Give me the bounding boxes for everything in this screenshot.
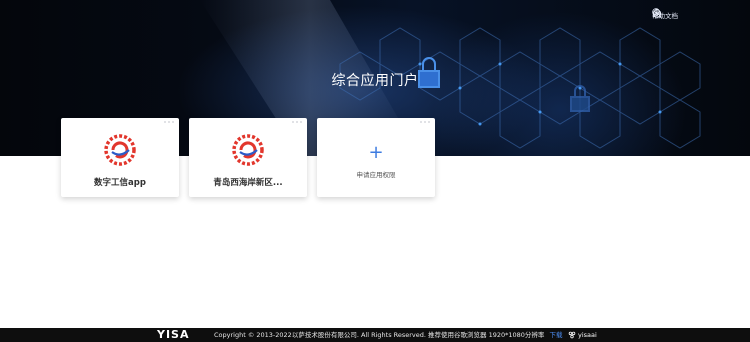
top-actions: 帮助文档 — [652, 8, 738, 22]
apply-permission-label: 申请应用权限 — [356, 171, 396, 179]
app-name: 青岛西海岸新区... — [213, 178, 283, 188]
app-name: 数字工信app — [94, 178, 146, 188]
card-window-dots — [164, 121, 174, 123]
card-window-dots — [420, 121, 430, 123]
yisaai-logo-icon — [568, 331, 576, 339]
apply-permission-card[interactable]: + 申请应用权限 — [317, 118, 435, 197]
yisaai-logo: yisaai — [568, 328, 597, 342]
copyright-label: Copyright © 2013-2022以萨技术股份有限公司. All Rig… — [214, 331, 545, 339]
card-window-dots — [292, 121, 302, 123]
yisaai-logo-text: yisaai — [578, 331, 597, 339]
download-link[interactable]: 下载 — [549, 331, 562, 339]
app-card[interactable]: 数字工信app — [61, 118, 179, 197]
footer: YISA Copyright © 2013-2022以萨技术股份有限公司. Al… — [0, 328, 750, 342]
page-title: 综合应用门户 — [331, 73, 419, 89]
user-icon[interactable] — [653, 8, 716, 21]
copyright-text: Copyright © 2013-2022以萨技术股份有限公司. All Rig… — [214, 328, 562, 342]
question-circle-icon — [652, 8, 694, 21]
yisa-app-logo-icon — [104, 134, 136, 166]
plus-icon: + — [368, 142, 384, 163]
power-icon[interactable] — [652, 8, 738, 21]
yisa-logo: YISA — [157, 328, 190, 341]
app-card[interactable]: 青岛西海岸新区... — [189, 118, 307, 197]
yisa-app-logo-icon — [232, 134, 264, 166]
